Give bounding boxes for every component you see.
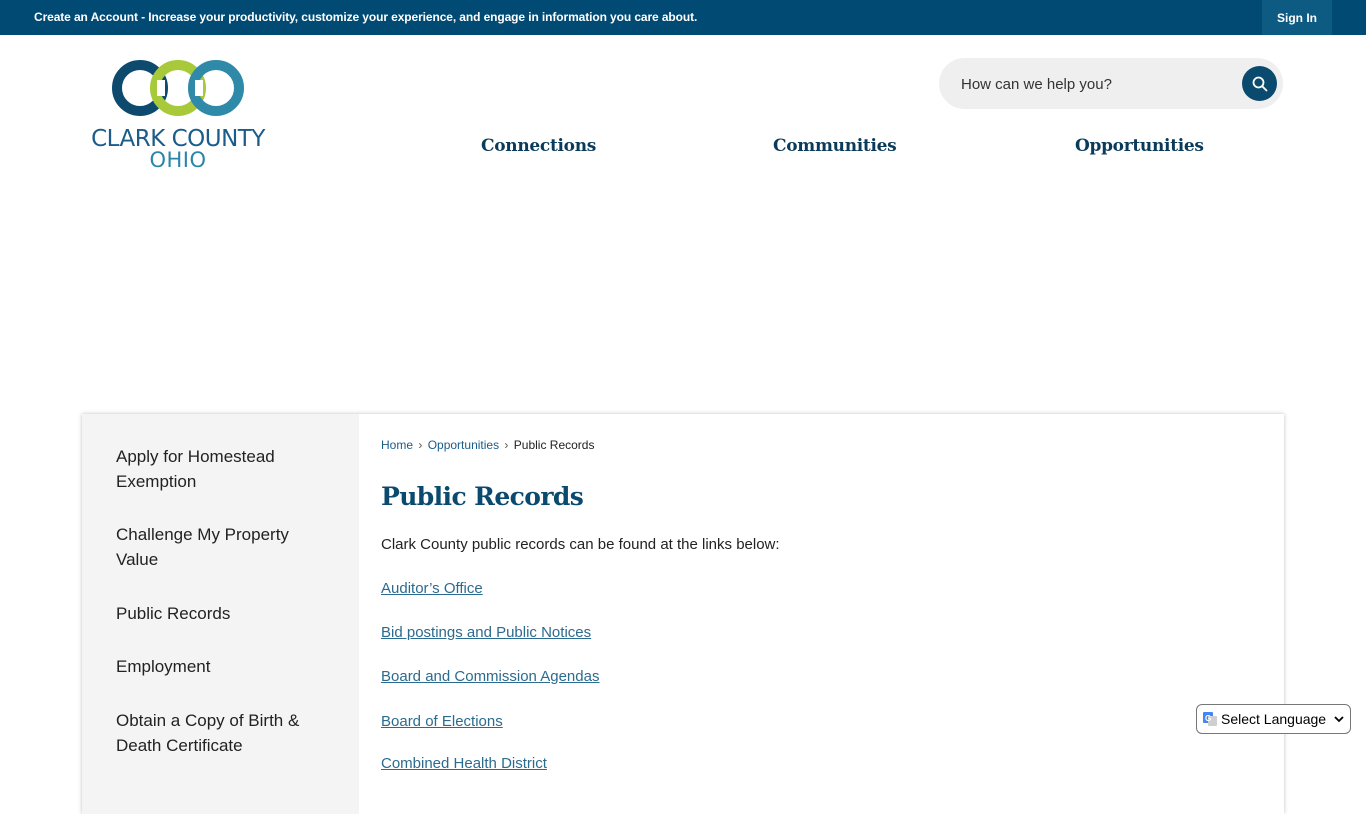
sidebar: Apply for Homestead Exemption Challenge … [82, 414, 359, 814]
sign-in-button[interactable]: Sign In [1262, 0, 1332, 35]
language-select-label: Select Language [1221, 711, 1327, 727]
breadcrumb-separator: › [418, 438, 423, 452]
svg-text:G: G [1205, 714, 1211, 723]
sidebar-item-birth-death[interactable]: Obtain a Copy of Birth & Death Certifica… [116, 708, 326, 758]
search-input[interactable] [961, 72, 1231, 96]
breadcrumb-opportunities[interactable]: Opportunities [428, 438, 499, 452]
google-translate-icon: G [1203, 712, 1217, 726]
nav-communities[interactable]: Communities [773, 136, 897, 156]
nav-opportunities[interactable]: Opportunities [1075, 136, 1204, 156]
create-account-text: - Increase your productivity, customize … [137, 10, 698, 24]
sidebar-item-public-records[interactable]: Public Records [116, 601, 326, 626]
search-bar [939, 58, 1283, 109]
top-banner: Create an Account - Increase your produc… [0, 0, 1366, 35]
create-account-message: Create an Account - Increase your produc… [34, 10, 697, 24]
create-account-link[interactable]: Create an Account [34, 10, 138, 24]
sidebar-item-employment[interactable]: Employment [116, 654, 326, 679]
nav-connections[interactable]: Connections [481, 136, 596, 156]
link-board-agendas[interactable]: Board and Commission Agendas [381, 668, 599, 685]
page-intro: Clark County public records can be found… [381, 536, 780, 553]
link-bid-postings[interactable]: Bid postings and Public Notices [381, 624, 591, 641]
language-select[interactable]: G Select Language [1196, 704, 1351, 734]
logo-circles-icon [112, 60, 244, 116]
breadcrumb: Home › Opportunities › Public Records [381, 438, 594, 452]
link-health-district[interactable]: Combined Health District [381, 755, 547, 772]
breadcrumb-home[interactable]: Home [381, 438, 413, 452]
search-icon [1252, 76, 1267, 91]
link-board-of-elections[interactable]: Board of Elections [381, 713, 503, 730]
breadcrumb-current: Public Records [513, 438, 595, 452]
breadcrumb-separator: › [504, 438, 509, 452]
content-card: Apply for Homestead Exemption Challenge … [82, 414, 1284, 814]
link-auditors-office[interactable]: Auditor’s Office [381, 580, 483, 597]
sidebar-item-homestead[interactable]: Apply for Homestead Exemption [116, 444, 326, 494]
site-logo[interactable]: CLARK COUNTY OHIO [82, 60, 274, 172]
page-title: Public Records [381, 482, 584, 511]
logo-text-state: OHIO [149, 148, 207, 172]
search-button[interactable] [1242, 66, 1277, 101]
chevron-down-icon [1334, 716, 1344, 723]
sidebar-item-property-value[interactable]: Challenge My Property Value [116, 522, 326, 572]
